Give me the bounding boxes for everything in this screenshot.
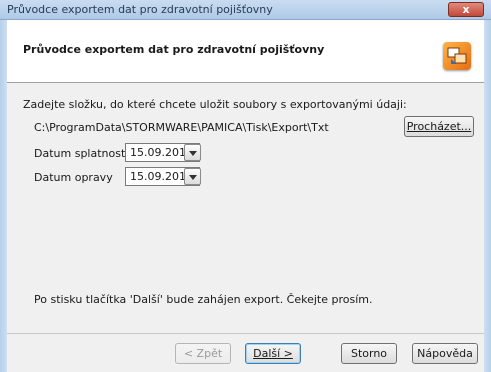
- correction-date-dropdown-button[interactable]: [184, 168, 201, 185]
- window-title: Průvodce exportem dat pro zdravotní poji…: [7, 3, 273, 16]
- close-icon: x: [462, 3, 470, 16]
- back-button[interactable]: < Zpět: [175, 343, 231, 364]
- correction-date-label: Datum opravy: [34, 171, 113, 184]
- next-button[interactable]: Další >: [245, 343, 301, 364]
- footer-divider: [7, 333, 484, 334]
- wizard-header-title: Průvodce exportem dat pro zdravotní poji…: [23, 43, 325, 56]
- close-button[interactable]: x: [448, 2, 484, 17]
- help-button[interactable]: Nápověda: [412, 343, 478, 364]
- due-date-dropdown-button[interactable]: [184, 144, 201, 161]
- export-path-text: C:\ProgramData\STORMWARE\PAMICA\Tisk\Exp…: [34, 121, 329, 134]
- browse-button[interactable]: Procházet...: [404, 116, 474, 137]
- wizard-export-icon: [443, 42, 471, 70]
- due-date-label: Datum splatnosti: [34, 147, 129, 160]
- cancel-button[interactable]: Storno: [341, 343, 397, 364]
- folder-prompt-label: Zadejte složku, do které chcete uložit s…: [23, 98, 407, 111]
- window-border-left: [0, 20, 7, 372]
- info-text: Po stisku tlačítka 'Další' bude zahájen …: [34, 293, 373, 306]
- window-border-right: [484, 20, 491, 372]
